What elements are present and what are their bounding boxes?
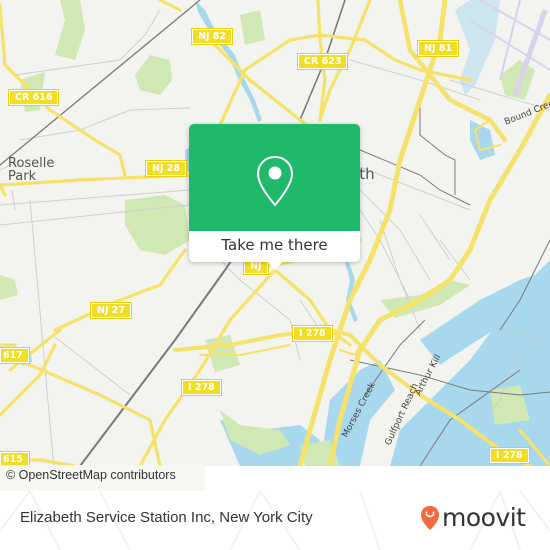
route-shield-cr-615: 615: [0, 451, 30, 466]
attribution-bar: © OpenStreetMap contributors: [0, 465, 205, 491]
road: [11, 189, 16, 211]
map-view[interactable]: Roselle Park eth NJ 82 CR 623 NJ 81 CR 6…: [0, 0, 550, 466]
route-shield-cr-623: CR 623: [296, 53, 349, 70]
place-label-line: Park: [8, 169, 37, 184]
park: [55, 0, 85, 60]
warinanco-park: [125, 195, 190, 255]
route-shield-nj-28: NJ 28: [144, 160, 188, 177]
road: [0, 353, 162, 466]
moovit-pin-icon: [421, 506, 439, 530]
osm-attribution-link[interactable]: © OpenStreetMap contributors: [6, 468, 176, 482]
road: [54, 336, 131, 396]
footer-bar: Elizabeth Service Station Inc, New York …: [0, 491, 550, 550]
route-shield-i-278: I 278: [489, 447, 530, 464]
park: [135, 55, 172, 95]
location-popup: Take me there: [189, 124, 360, 270]
railway: [419, 105, 456, 195]
road: [419, 214, 451, 261]
moovit-wordmark: moovit: [442, 503, 526, 532]
location-title: Elizabeth Service Station Inc, New York …: [20, 509, 313, 526]
route-shield-i-278: I 278: [292, 325, 333, 342]
nj-27-road: [53, 248, 187, 332]
popup-pointer: [267, 261, 283, 270]
popup-header: [189, 124, 360, 231]
route-shield-i-278: I 278: [181, 379, 222, 396]
road: [0, 183, 7, 197]
route-shield-nj-82: NJ 82: [190, 28, 234, 45]
road: [29, 199, 55, 466]
park: [0, 275, 18, 300]
park: [220, 410, 290, 455]
place-label-roselle-park: Roselle Park: [8, 157, 54, 183]
railway: [359, 149, 471, 206]
road: [19, 107, 191, 141]
route-shield-nj-81: NJ 81: [416, 40, 460, 57]
road: [158, 0, 182, 12]
route-shield-nj-27: NJ 27: [89, 302, 133, 319]
map-pin-icon: [256, 155, 294, 207]
take-me-there-button[interactable]: Take me there: [189, 231, 360, 262]
route-shield-cr-617: 617: [0, 347, 30, 364]
route-shield-cr-616: CR 616: [7, 89, 60, 106]
park: [240, 10, 265, 45]
road: [14, 9, 161, 76]
bound-creek-water: [455, 0, 500, 95]
